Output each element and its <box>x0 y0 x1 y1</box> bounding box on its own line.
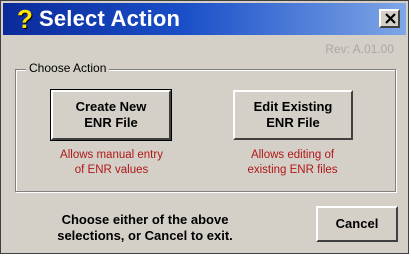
edit-description-line2: existing ENR files <box>247 164 338 176</box>
close-icon <box>385 13 396 24</box>
edit-button-line2: ENR File <box>266 115 320 130</box>
group-label: Choose Action <box>26 61 110 75</box>
create-description-line2: of ENR values <box>74 164 149 176</box>
window-title: Select Action <box>39 6 181 31</box>
instruction-text: Choose either of the above selections, o… <box>15 212 275 244</box>
create-button-line2: ENR File <box>84 115 138 130</box>
instruction-line1: Choose either of the above <box>61 212 229 227</box>
instruction-line2: selections, or Cancel to exit. <box>57 228 233 243</box>
create-description-line1: Allows manual entry <box>60 149 163 161</box>
cancel-button[interactable]: Cancel <box>316 206 398 242</box>
close-button[interactable] <box>379 9 400 28</box>
edit-existing-enr-file-button[interactable]: Edit Existing ENR File <box>233 90 353 140</box>
select-action-dialog: ? Select Action Rev: A.01.00 Choose Acti… <box>0 0 409 254</box>
create-description: Allows manual entry of ENR values <box>39 148 184 178</box>
edit-description-line1: Allows editing of <box>250 149 335 161</box>
edit-description: Allows editing of existing ENR files <box>220 148 365 178</box>
edit-button-label: Edit Existing ENR File <box>235 99 351 131</box>
title-bar[interactable]: ? Select Action <box>3 3 406 35</box>
help-question-icon: ? <box>17 4 33 34</box>
create-new-enr-file-button[interactable]: Create New ENR File <box>50 89 172 141</box>
edit-button-line1: Edit Existing <box>253 99 333 114</box>
create-button-line1: Create New <box>75 99 147 114</box>
cancel-button-label: Cancel <box>335 216 379 231</box>
revision-label: Rev: A.01.00 <box>325 42 394 56</box>
create-button-label: Create New ENR File <box>53 99 169 131</box>
